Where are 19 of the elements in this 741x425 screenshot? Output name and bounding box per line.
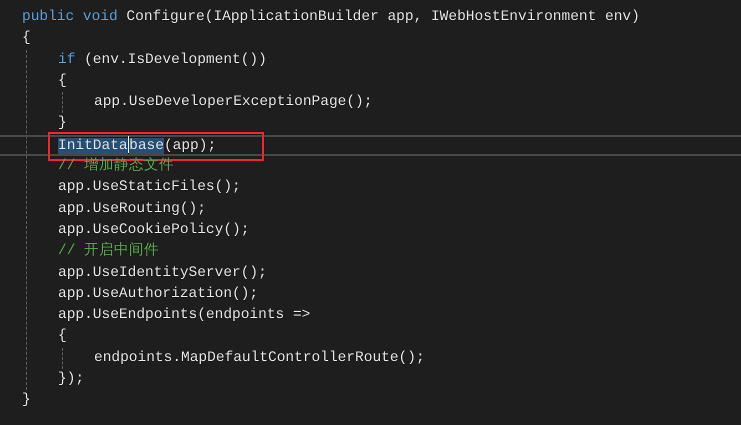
code-line: app.UseCookiePolicy(); <box>58 222 250 238</box>
code-line: app.UseDeveloperExceptionPage(); <box>94 94 372 110</box>
code-line: { <box>22 30 31 46</box>
code-line: app.UseAuthorization(); <box>58 286 258 302</box>
code-line: app.UseEndpoints(endpoints => <box>58 307 310 324</box>
code-line: endpoints.MapDefaultControllerRoute(); <box>94 350 425 366</box>
code-line: }); <box>58 371 84 388</box>
code-line: app.UseStaticFiles(); <box>58 179 241 196</box>
code-line: // 开启中间件 <box>58 243 160 260</box>
code-line: { <box>58 328 67 344</box>
code-line: } <box>22 392 31 408</box>
code-line: public void Configure(IApplicationBuilder app, IWebHostEnvironment env) <box>22 9 640 25</box>
code-line: if (env.IsDevelopment()) <box>58 52 267 68</box>
code-line: app.UseIdentityServer(); <box>58 264 267 281</box>
code-line: app.UseRouting(); <box>58 200 206 217</box>
code-line: { <box>58 72 67 89</box>
code-line: InitDatabase(app); <box>58 138 216 154</box>
code-line: } <box>58 115 67 132</box>
code-line: // 增加静态文件 <box>58 158 174 174</box>
